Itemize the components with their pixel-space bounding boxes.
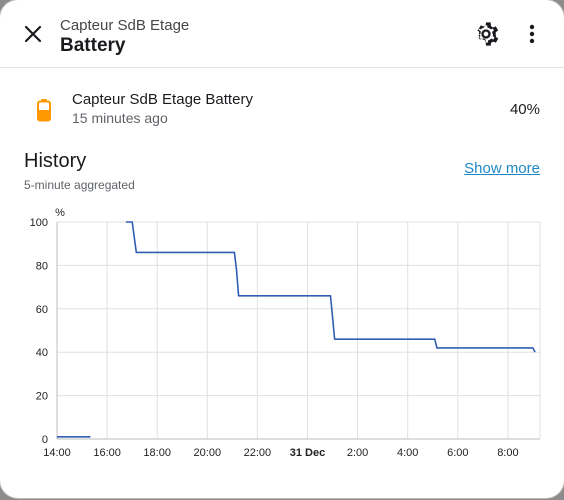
- aggregation-note: 5-minute aggregated: [24, 178, 135, 192]
- entity-state: 40%: [509, 101, 540, 118]
- entity-name: Capteur SdB Etage Battery: [72, 91, 253, 108]
- y-tick-label: 80: [36, 260, 48, 272]
- y-tick-label: 20: [36, 391, 48, 403]
- close-icon: [24, 25, 42, 43]
- entity-last-changed: 15 minutes ago: [72, 110, 168, 126]
- x-tick-label: 2:00: [347, 447, 368, 459]
- history-chart: 0 20 40 60 80 100% 14:00 16:00 18:00 20:00 22:00 31…: [30, 207, 541, 459]
- x-tick-label: 8:00: [497, 447, 518, 459]
- settings-button[interactable]: [472, 20, 500, 48]
- header-divider: [0, 67, 564, 68]
- x-tick-label: 14:00: [43, 447, 71, 459]
- y-axis-unit: %: [55, 207, 65, 219]
- y-tick-label: 60: [36, 304, 48, 316]
- dialog-title: Battery: [60, 35, 126, 56]
- y-tick-label: 40: [36, 347, 48, 359]
- more-info-dialog: Capteur SdB Etage Battery Capteur SdB Et…: [0, 0, 564, 498]
- series-line-2: [125, 221, 536, 353]
- battery-icon: [37, 99, 51, 122]
- x-tick-label: 22:00: [244, 447, 272, 459]
- x-tick-label: 20:00: [194, 447, 222, 459]
- more-vertical-icon: [529, 24, 535, 44]
- x-tick-label: 18:00: [143, 447, 171, 459]
- x-tick-label: 4:00: [397, 447, 418, 459]
- y-tick-label: 0: [42, 434, 48, 446]
- x-tick-label: 6:00: [447, 447, 468, 459]
- dialog-subtitle: Capteur SdB Etage: [60, 17, 190, 34]
- show-more-link[interactable]: Show more: [464, 160, 540, 177]
- y-tick-label: 100: [30, 217, 48, 229]
- x-tick-label: 16:00: [93, 447, 121, 459]
- close-button[interactable]: [16, 19, 48, 51]
- gear-icon: [477, 22, 499, 46]
- more-options-button[interactable]: [520, 20, 544, 48]
- x-tick-label: 31 Dec: [290, 447, 325, 459]
- history-title: History: [24, 150, 87, 172]
